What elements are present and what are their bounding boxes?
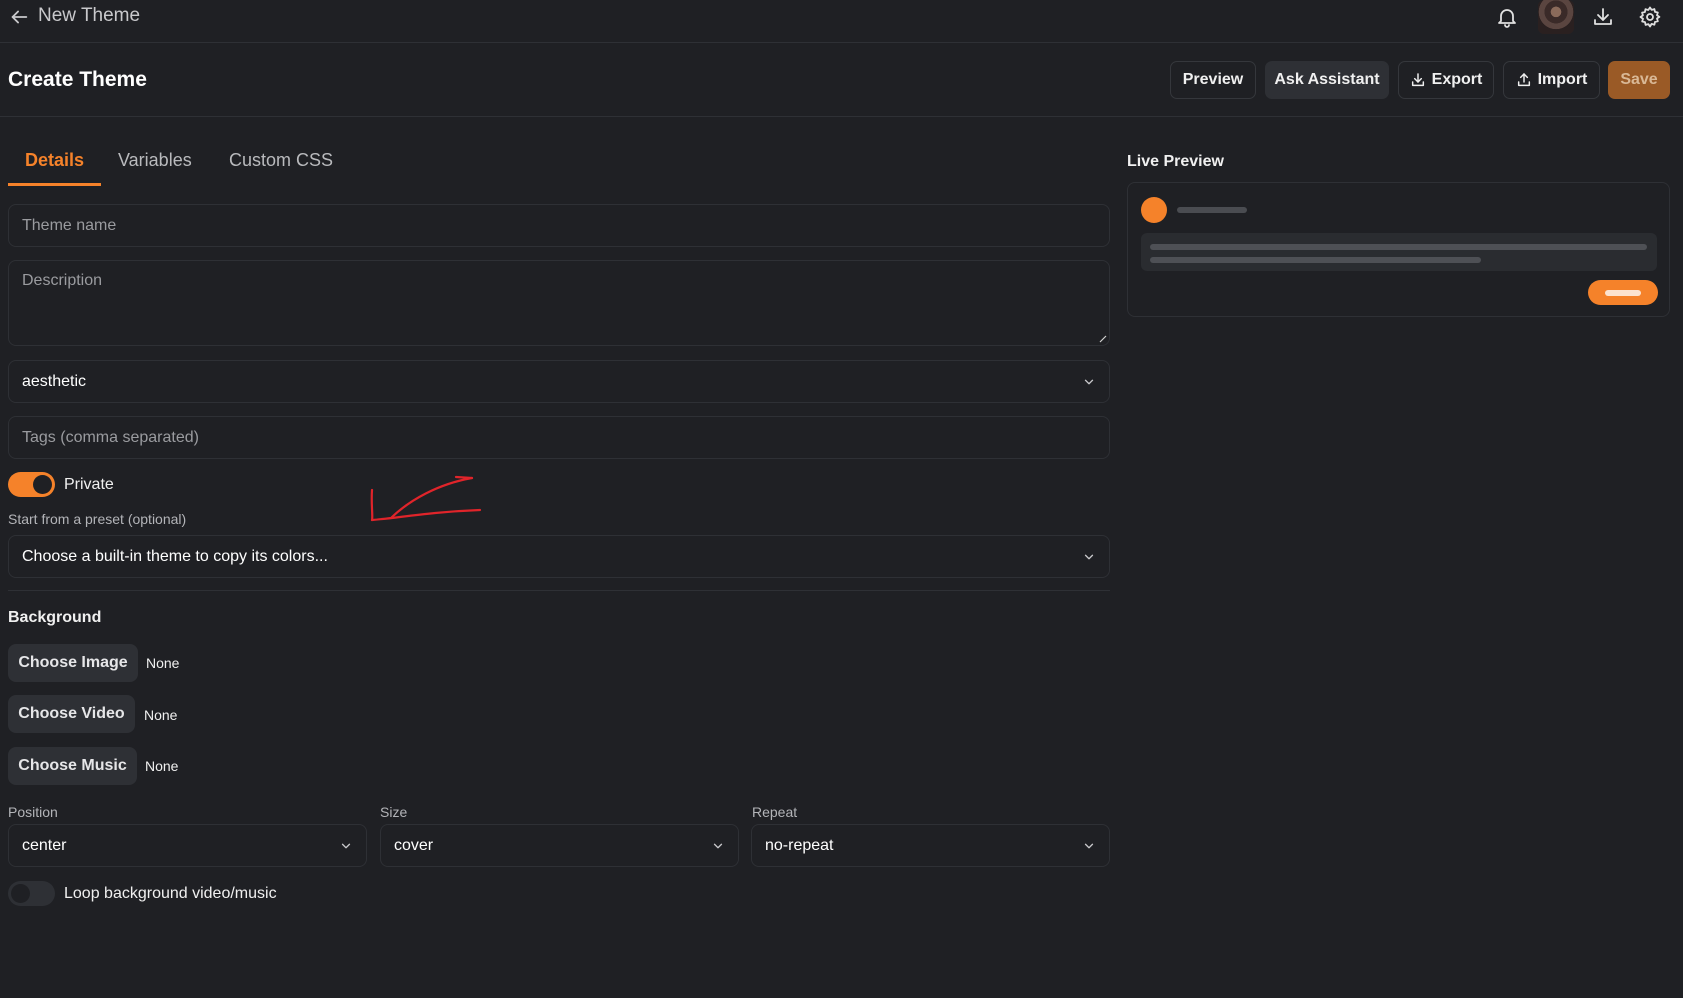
repeat-label: Repeat xyxy=(752,804,798,820)
download-icon xyxy=(1411,73,1424,87)
description-placeholder: Description xyxy=(22,272,103,289)
app-title: New Theme xyxy=(38,5,141,26)
category-value: aesthetic xyxy=(22,373,87,390)
preview-title-line xyxy=(1177,207,1247,213)
annotation-arrow xyxy=(370,475,482,522)
chevron-down-icon xyxy=(1084,554,1094,560)
private-label: Private xyxy=(64,476,114,493)
active-tab-indicator xyxy=(8,183,101,186)
tags-placeholder: Tags (comma separated) xyxy=(22,429,199,446)
export-label: Export xyxy=(1431,71,1483,88)
preview-content-block xyxy=(1141,233,1657,271)
position-value: center xyxy=(22,837,67,854)
size-value: cover xyxy=(394,837,434,854)
choose-video-button[interactable]: Choose Video xyxy=(8,695,135,733)
position-select[interactable]: center xyxy=(8,824,367,867)
page-header: Create Theme Preview Ask Assistant Expor… xyxy=(0,43,1683,117)
save-button[interactable]: Save xyxy=(1608,61,1670,99)
preset-placeholder: Choose a built-in theme to copy its colo… xyxy=(22,548,328,565)
size-select[interactable]: cover xyxy=(380,824,739,867)
repeat-select[interactable]: no-repeat xyxy=(751,824,1110,867)
video-value: None xyxy=(144,707,178,723)
export-button[interactable]: Export xyxy=(1398,61,1494,99)
download-icon[interactable] xyxy=(1591,5,1615,29)
loop-label: Loop background video/music xyxy=(64,885,277,902)
theme-name-placeholder: Theme name xyxy=(22,217,117,234)
preset-select[interactable]: Choose a built-in theme to copy its colo… xyxy=(8,535,1110,578)
theme-name-input[interactable]: Theme name xyxy=(8,204,1110,247)
page-title: Create Theme xyxy=(8,68,147,91)
preview-button-label-line xyxy=(1605,290,1641,296)
image-value: None xyxy=(146,655,180,671)
toggle-knob xyxy=(33,475,52,494)
preview-text-line xyxy=(1150,244,1647,250)
music-value: None xyxy=(145,758,179,774)
chevron-down-icon xyxy=(713,843,723,849)
preview-avatar-dot xyxy=(1141,197,1167,223)
top-bar: New Theme xyxy=(0,0,1683,43)
avatar[interactable] xyxy=(1538,0,1574,34)
upload-icon xyxy=(1517,73,1530,87)
tab-custom-css[interactable]: Custom CSS xyxy=(229,150,333,171)
import-button[interactable]: Import xyxy=(1503,61,1600,99)
size-label: Size xyxy=(380,804,408,820)
tab-variables[interactable]: Variables xyxy=(118,150,192,171)
background-section-title: Background xyxy=(8,609,102,626)
preview-button[interactable]: Preview xyxy=(1170,61,1256,99)
ask-assistant-button[interactable]: Ask Assistant xyxy=(1265,61,1389,99)
tab-details[interactable]: Details xyxy=(25,150,84,171)
live-preview-title: Live Preview xyxy=(1127,153,1224,170)
preview-accent-button xyxy=(1588,280,1658,305)
resize-handle-icon[interactable] xyxy=(1099,335,1107,343)
choose-music-button[interactable]: Choose Music xyxy=(8,747,137,785)
toggle-knob xyxy=(11,884,30,903)
private-toggle[interactable] xyxy=(8,472,55,497)
repeat-value: no-repeat xyxy=(765,837,834,854)
preset-label: Start from a preset (optional) xyxy=(8,511,187,527)
preview-text-line xyxy=(1150,257,1481,263)
arrow-left-icon[interactable] xyxy=(8,6,30,28)
position-label: Position xyxy=(8,804,58,820)
section-divider xyxy=(8,590,1110,591)
loop-toggle[interactable] xyxy=(8,881,55,906)
tags-input[interactable]: Tags (comma separated) xyxy=(8,416,1110,459)
category-select[interactable]: aesthetic xyxy=(8,360,1110,403)
bell-icon[interactable] xyxy=(1495,5,1519,29)
live-preview-card xyxy=(1127,182,1670,317)
chevron-down-icon xyxy=(341,843,351,849)
description-textarea[interactable]: Description xyxy=(8,260,1110,346)
chevron-down-icon xyxy=(1084,843,1094,849)
chevron-down-icon xyxy=(1084,379,1094,385)
gear-icon[interactable] xyxy=(1638,5,1662,29)
choose-image-button[interactable]: Choose Image xyxy=(8,644,138,682)
import-label: Import xyxy=(1537,71,1588,88)
